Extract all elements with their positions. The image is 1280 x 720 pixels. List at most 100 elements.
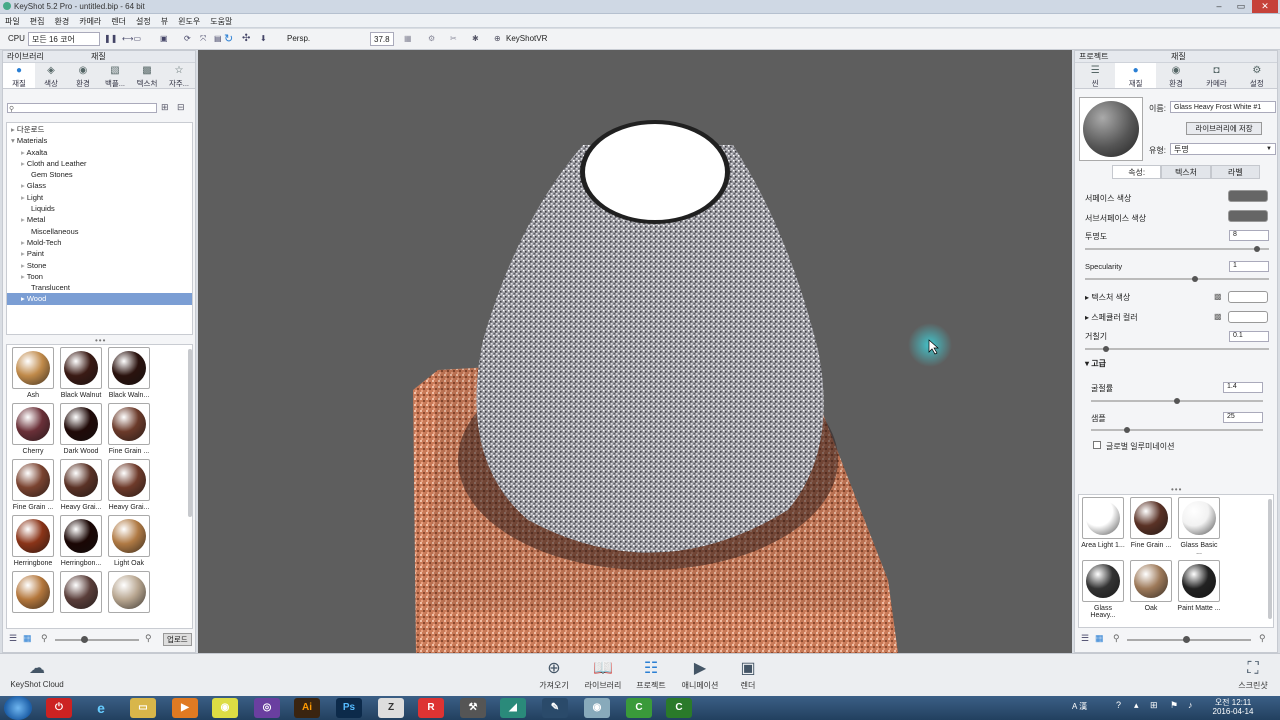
- menu-settings[interactable]: 설정: [131, 14, 156, 29]
- checker-icon[interactable]: ▩: [1214, 312, 1222, 321]
- photoshop-icon[interactable]: Ps: [336, 698, 362, 718]
- tree-item[interactable]: ▸ Toon: [7, 271, 192, 282]
- lock-icon[interactable]: ▤: [214, 32, 222, 46]
- tree-item[interactable]: Translucent: [7, 282, 192, 293]
- checker-icon[interactable]: ▩: [1214, 292, 1222, 301]
- menu-edit[interactable]: 편집: [25, 14, 50, 29]
- tree-item[interactable]: Miscellaneous: [7, 226, 192, 237]
- app-icon[interactable]: ⚒: [460, 698, 486, 718]
- illustrator-icon[interactable]: Ai: [294, 698, 320, 718]
- flag-icon[interactable]: ⚑: [1170, 700, 1178, 711]
- tab-materials[interactable]: ● 재질: [3, 63, 35, 88]
- material-swatch[interactable]: Dark Wood: [59, 403, 103, 455]
- pause-icon[interactable]: ❚❚: [104, 32, 117, 46]
- menu-help[interactable]: 도움말: [205, 14, 237, 29]
- power-app-icon[interactable]: ⏻: [46, 698, 72, 718]
- tree-item[interactable]: Gem Stones: [7, 169, 192, 180]
- app-icon[interactable]: ✎: [542, 698, 568, 718]
- keyshotvr-icon[interactable]: ⊕: [494, 32, 501, 46]
- tab-scene[interactable]: ☰ 씬: [1075, 63, 1115, 88]
- material-swatch[interactable]: Fine Grain ...: [1129, 497, 1173, 556]
- ime-indicator[interactable]: A 漢: [1072, 701, 1087, 712]
- chrome-icon[interactable]: ◉: [212, 698, 238, 718]
- splitter-handle[interactable]: •••: [1171, 485, 1182, 494]
- material-swatch[interactable]: Heavy Grai...: [59, 459, 103, 511]
- material-swatch[interactable]: [59, 571, 103, 616]
- tab-textures[interactable]: ▩ 텍스처: [131, 63, 163, 88]
- folder-icon[interactable]: ⊟: [177, 102, 185, 113]
- library-button[interactable]: 📖 라이브러리: [580, 658, 626, 691]
- zoom-out-icon[interactable]: ⚲: [1113, 633, 1120, 644]
- zoom-in-icon[interactable]: ⚲: [145, 633, 152, 644]
- global-illumination-checkbox[interactable]: [1093, 441, 1101, 449]
- material-swatch[interactable]: Glass Heavy...: [1081, 560, 1125, 619]
- samples-slider[interactable]: [1091, 427, 1263, 433]
- rhino-icon[interactable]: R: [418, 698, 444, 718]
- refraction-slider[interactable]: [1091, 398, 1263, 404]
- material-swatch[interactable]: Cherry: [11, 403, 55, 455]
- list-view-icon[interactable]: ☰: [9, 633, 17, 644]
- tree-item-materials[interactable]: ▾ Materials: [7, 135, 192, 146]
- cpu-select[interactable]: 모든 16 코어: [28, 32, 100, 46]
- down-arrow-icon[interactable]: ⬇: [260, 32, 267, 46]
- internet-explorer-icon[interactable]: e: [88, 698, 114, 718]
- keyshot-taskbar-icon[interactable]: ◉: [584, 698, 610, 718]
- material-swatch[interactable]: Light Oak: [107, 515, 151, 567]
- grid-scrollbar[interactable]: [188, 349, 192, 517]
- subtab-labels[interactable]: 라벨: [1210, 165, 1260, 179]
- start-button[interactable]: [4, 696, 32, 720]
- material-swatch[interactable]: [107, 571, 151, 616]
- menu-render[interactable]: 렌더: [106, 14, 131, 29]
- samples-slider-knob[interactable]: [1124, 427, 1131, 433]
- settings-gear-icon[interactable]: ✱: [472, 32, 479, 46]
- specularity-input[interactable]: 1: [1229, 261, 1269, 272]
- tree-item[interactable]: Liquids: [7, 203, 192, 214]
- specularity-slider[interactable]: [1085, 276, 1269, 282]
- material-swatch[interactable]: Heavy Grai...: [107, 459, 151, 511]
- zoom-in-icon[interactable]: ⚲: [1259, 633, 1266, 644]
- tools-icon[interactable]: ✂: [450, 32, 457, 46]
- samples-input[interactable]: 25: [1223, 412, 1263, 423]
- resolution-icon[interactable]: ⟷▭: [122, 32, 141, 46]
- specular-color-swatch[interactable]: [1228, 311, 1268, 323]
- material-swatch[interactable]: Fine Grain ...: [11, 459, 55, 511]
- roughness-slider-knob[interactable]: [1102, 346, 1109, 352]
- subtab-textures[interactable]: 텍스처: [1161, 165, 1211, 179]
- network-icon[interactable]: ⊞: [1150, 700, 1158, 711]
- specularity-slider-knob[interactable]: [1191, 276, 1198, 282]
- material-swatch[interactable]: Black Walnut: [59, 347, 103, 399]
- tab-material[interactable]: ● 재질: [1115, 63, 1156, 88]
- grid-icon[interactable]: ▦: [404, 32, 412, 46]
- roughness-input[interactable]: 0.1: [1229, 331, 1269, 342]
- roughness-slider[interactable]: [1085, 346, 1269, 352]
- region-icon[interactable]: ▣: [160, 32, 168, 46]
- menu-view[interactable]: 뷰: [156, 14, 173, 29]
- tab-environments[interactable]: ◉ 환경: [67, 63, 99, 88]
- grid-view-icon[interactable]: ▦: [1095, 633, 1104, 644]
- file-explorer-icon[interactable]: ▭: [130, 698, 156, 718]
- menu-window[interactable]: 윈도우: [173, 14, 205, 29]
- zoom-out-icon[interactable]: ⚲: [41, 633, 48, 644]
- project-button[interactable]: ☷ 프로젝트: [628, 658, 674, 691]
- app-icon[interactable]: C: [626, 698, 652, 718]
- clock-date[interactable]: 2016-04-14: [1208, 707, 1258, 716]
- media-player-icon[interactable]: ▶: [172, 698, 198, 718]
- menu-environment[interactable]: 환경: [49, 14, 74, 29]
- tree-item-downloads[interactable]: ▸ 다운로드: [7, 124, 192, 135]
- render-viewport[interactable]: [198, 50, 1072, 653]
- tree-item[interactable]: ▸ Stone: [7, 260, 192, 271]
- tree-item[interactable]: ▸ Glass: [7, 180, 192, 191]
- tab-settings[interactable]: ⚙ 설정: [1237, 63, 1277, 88]
- texture-color-swatch[interactable]: [1228, 291, 1268, 303]
- type-select[interactable]: 투명 ▼: [1170, 143, 1276, 155]
- fov-input[interactable]: 37.8: [370, 32, 394, 46]
- tab-backplates[interactable]: ▧ 백플...: [99, 63, 131, 88]
- import-button[interactable]: ⊕ 가져오기: [531, 658, 577, 691]
- menu-camera[interactable]: 카메라: [74, 14, 106, 29]
- material-name-input[interactable]: Glass Heavy Frost White #1: [1170, 101, 1276, 113]
- tree-item[interactable]: ▸ Axalta: [7, 147, 192, 158]
- library-search-input[interactable]: ⚲: [7, 103, 157, 113]
- thumbnail-size-knob[interactable]: [1183, 636, 1190, 643]
- tab-favorites[interactable]: ☆ 자주...: [163, 63, 195, 88]
- help-icon[interactable]: ?: [1116, 700, 1121, 710]
